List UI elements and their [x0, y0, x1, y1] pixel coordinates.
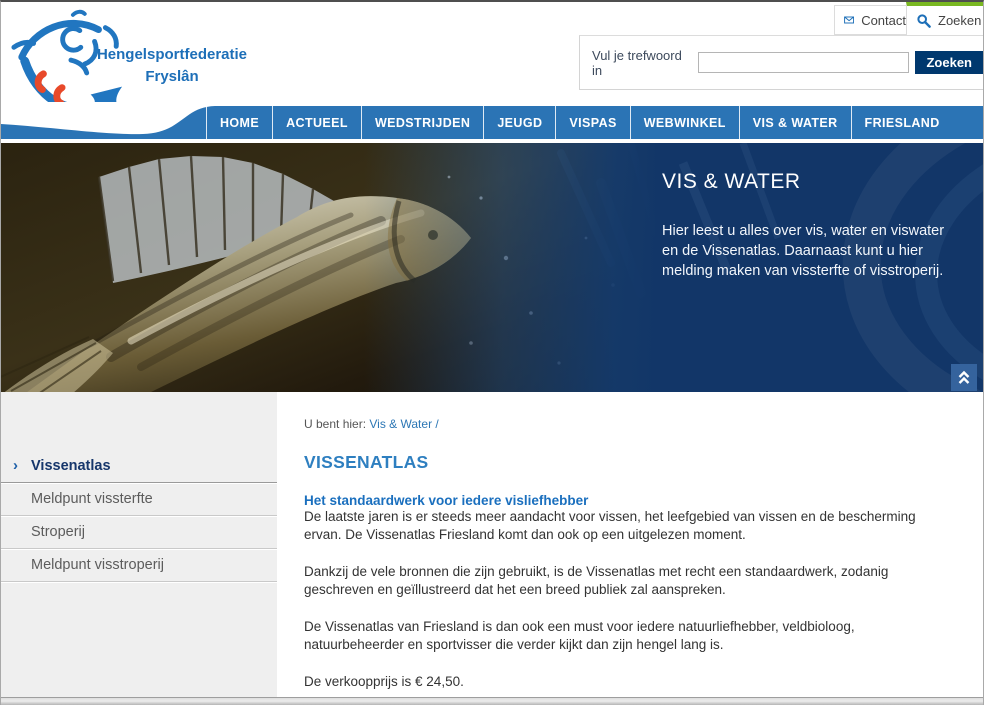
main-navigation: HOME ACTUEEL WEDSTRIJDEN JEUGD VISPAS WE… — [1, 102, 983, 143]
article-paragraph: De Vissenatlas van Friesland is dan ook … — [304, 618, 939, 654]
contact-tab-label: Contact — [861, 13, 906, 28]
article-subtitle: Het standaardwerk voor iedere visliefheb… — [304, 493, 983, 508]
sidebar-item-label: Meldpunt visstroperij — [31, 557, 164, 573]
header: Hengelsportfederatie Fryslân Contact Zoe… — [1, 2, 983, 102]
site-brand: Hengelsportfederatie Fryslân — [87, 44, 257, 88]
nav-item-home[interactable]: HOME — [206, 106, 272, 139]
sidebar-item-vissenatlas[interactable]: › Vissenatlas — [1, 450, 277, 483]
search-label: Vul je trefwoord in — [592, 48, 690, 78]
sidebar-item-label: Stroperij — [31, 524, 85, 540]
breadcrumb: U bent hier: Vis & Water / — [304, 417, 983, 431]
sidebar-item-meldpunt-vissterfte[interactable]: Meldpunt vissterfte — [1, 483, 277, 516]
sidebar-item-label: Meldpunt vissterfte — [31, 491, 153, 507]
nav-item-wedstrijden[interactable]: WEDSTRIJDEN — [361, 106, 483, 139]
hero-photo-blend — [1, 143, 661, 392]
article-paragraph: Dankzij de vele bronnen die zijn gebruik… — [304, 563, 939, 599]
nav-item-jeugd[interactable]: JEUGD — [483, 106, 555, 139]
price-line: De verkoopprijs is € 24,50. — [304, 673, 939, 691]
article-paragraph: De laatste jaren is er steeds meer aanda… — [304, 508, 939, 544]
search-tab-label: Zoeken — [938, 13, 981, 28]
brand-line2: Fryslân — [87, 66, 257, 88]
magnifier-icon — [917, 14, 931, 28]
sidebar-item-meldpunt-visstroperij[interactable]: Meldpunt visstroperij — [1, 549, 277, 582]
hero-banner: VIS & WATER Hier leest u alles over vis,… — [1, 143, 983, 392]
nav-item-webwinkel[interactable]: WEBWINKEL — [630, 106, 739, 139]
nav-item-actueel[interactable]: ACTUEEL — [272, 106, 361, 139]
page-title: VISSENATLAS — [304, 452, 983, 473]
chevron-right-icon: › — [13, 457, 18, 474]
breadcrumb-link-vis-water[interactable]: Vis & Water / — [369, 417, 438, 431]
contact-tab[interactable]: Contact — [834, 5, 906, 35]
search-tab[interactable]: Zoeken — [906, 2, 984, 35]
breadcrumb-prefix: U bent hier: — [304, 417, 369, 431]
search-panel: Vul je trefwoord in Zoeken — [579, 35, 984, 90]
double-chevron-up-icon — [957, 370, 971, 385]
nav-item-friesland[interactable]: FRIESLAND — [851, 106, 953, 139]
nav-item-vispas[interactable]: VISPAS — [555, 106, 629, 139]
sidebar-item-label: Vissenatlas — [31, 458, 111, 474]
hero-text-block: VIS & WATER Hier leest u alles over vis,… — [662, 170, 962, 281]
sidebar-menu: › Vissenatlas Meldpunt vissterfte Strope… — [1, 450, 277, 582]
scroll-to-top-button[interactable] — [951, 364, 977, 391]
content-area: › Vissenatlas Meldpunt vissterfte Strope… — [1, 392, 983, 697]
nav-item-vis-water[interactable]: VIS & WATER — [739, 106, 851, 139]
search-input[interactable] — [698, 52, 909, 73]
search-submit-button[interactable]: Zoeken — [915, 51, 983, 74]
brand-line1: Hengelsportfederatie — [87, 44, 257, 66]
nav-items: HOME ACTUEEL WEDSTRIJDEN JEUGD VISPAS WE… — [206, 106, 953, 139]
sidebar: › Vissenatlas Meldpunt vissterfte Strope… — [1, 392, 277, 697]
page-bottom-bar — [1, 697, 983, 705]
hero-title: VIS & WATER — [662, 170, 962, 194]
page: Hengelsportfederatie Fryslân Contact Zoe… — [0, 0, 984, 705]
hero-description: Hier leest u alles over vis, water en vi… — [662, 221, 962, 281]
main-content: U bent hier: Vis & Water / VISSENATLAS H… — [277, 392, 983, 697]
envelope-icon — [844, 14, 854, 26]
sidebar-item-stroperij[interactable]: Stroperij — [1, 516, 277, 549]
